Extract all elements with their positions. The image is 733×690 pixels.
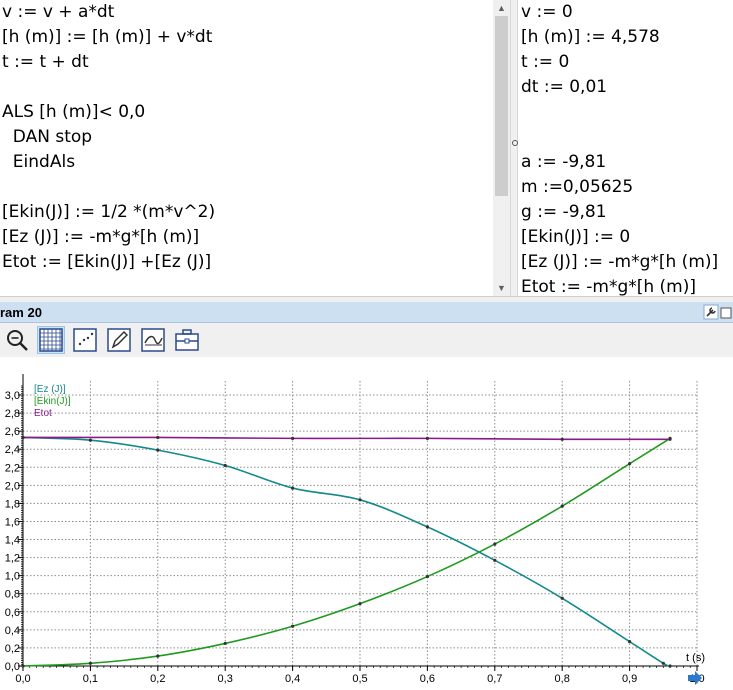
legend-entry: Etot (34, 408, 52, 419)
data-point (668, 437, 672, 441)
initial-code-line[interactable]: m :=0,05625 (521, 177, 633, 197)
y-tick-label: 2,2 (5, 462, 20, 474)
x-tick-label: 0,4 (285, 673, 300, 685)
x-tick-label: 0,7 (487, 673, 502, 685)
data-point (560, 504, 564, 508)
initial-code-line[interactable]: [Ekin(J)] := 0 (521, 227, 630, 247)
y-tick-label: 2,6 (5, 426, 20, 438)
diagram-header: ram 20 (0, 302, 733, 323)
model-code-line[interactable]: EindAls (2, 152, 75, 172)
data-point (223, 463, 227, 468)
y-tick-label: 1,4 (5, 535, 20, 547)
scroll-thumb[interactable] (495, 16, 508, 196)
x-tick-label: 0,5 (352, 673, 367, 685)
data-point (88, 438, 92, 442)
initial-code-line[interactable]: [h (m)] := 4,578 (521, 27, 660, 47)
pane-splitter[interactable] (510, 0, 518, 296)
pen-edit-icon[interactable] (105, 326, 133, 354)
data-point (425, 525, 429, 529)
etot-series-line (22, 436, 671, 441)
x-tick-label: 0,2 (150, 673, 165, 685)
model-code-line[interactable]: [h (m)] := [h (m)] + v*dt (2, 27, 212, 47)
data-point (21, 435, 25, 440)
energy-chart[interactable]: 0,0 0,1 0,2 0,3 0,4 0,5 0,6 0,7 0,8 0,9 1,0 0,0 0,2 0… (0, 357, 733, 690)
x-tick-label: 0,0 (15, 673, 30, 685)
curve-fit-icon[interactable] (139, 326, 167, 354)
model-code-line[interactable]: DAN stop (2, 127, 92, 147)
scroll-up-arrow-icon[interactable]: ▲ (493, 0, 510, 16)
y-tick-label: 1,8 (5, 498, 20, 510)
ez-series-line (22, 436, 671, 667)
data-point (88, 661, 92, 665)
model-code-line[interactable]: t := t + dt (2, 52, 89, 72)
x-tick-label: 0,3 (218, 673, 233, 685)
legend-entry: [Ez (J)] (34, 384, 66, 395)
x-axis-label: t (s) (686, 652, 705, 664)
x-tick-label: 0,1 (83, 673, 98, 685)
initial-code-line[interactable]: dt := 0,01 (521, 77, 607, 97)
x-tick-label: 0,8 (555, 673, 570, 685)
initial-code-line[interactable]: a := -9,81 (521, 152, 606, 172)
model-code-line[interactable]: ALS [h (m)]< 0,0 (2, 102, 145, 122)
data-point (291, 486, 295, 490)
data-point (661, 661, 665, 665)
y-tick-label: 0,4 (5, 625, 20, 637)
initial-code-line[interactable]: t := 0 (521, 52, 569, 72)
data-point (668, 664, 672, 668)
toolbox-icon[interactable] (173, 326, 201, 354)
y-tick-label: 0,6 (5, 607, 20, 619)
y-tick-label: 0,0 (5, 661, 20, 673)
y-tick-label: 2,4 (5, 444, 20, 456)
legend-entry: [Ekin(J)] (34, 396, 71, 407)
model-code-line[interactable]: [Ez (J)] := -m*g*[h (m)] (2, 227, 199, 247)
y-tick-label: 2,0 (5, 480, 20, 492)
data-point (291, 436, 295, 440)
data-point (358, 498, 362, 502)
y-tick-label: 1,6 (5, 516, 20, 528)
initial-code-line[interactable]: Etot := -m*g*[h (m)] (521, 277, 696, 296)
data-point (560, 437, 564, 441)
data-point (493, 558, 497, 562)
y-tick-label: 0,8 (5, 589, 20, 601)
x-tick-label: 0,6 (420, 673, 435, 685)
y-tick-label: 1,0 (5, 571, 20, 583)
model-code-line[interactable]: v := v + a*dt (2, 2, 114, 22)
wrench-icon[interactable] (703, 304, 719, 320)
restore-window-icon[interactable] (720, 307, 732, 319)
data-point (628, 462, 632, 466)
ekin-series-line (22, 437, 671, 667)
data-point (425, 574, 429, 579)
model-code-line[interactable]: Etot := [Ekin(J)] +[Ez (J)] (2, 252, 211, 272)
data-point (156, 448, 160, 452)
data-point (628, 640, 632, 644)
initial-code-line[interactable]: g := -9,81 (521, 202, 607, 222)
y-tick-label: 1,2 (5, 553, 20, 565)
scatter-points-icon[interactable] (71, 326, 99, 354)
data-point (560, 596, 564, 600)
grid-icon[interactable] (37, 326, 65, 354)
header-tools (703, 304, 733, 320)
y-tick-label: 0,2 (5, 643, 20, 655)
x-tick-label: 0,9 (622, 673, 637, 685)
data-point (425, 436, 429, 440)
data-point (223, 641, 227, 646)
zoom-icon[interactable] (3, 326, 31, 354)
data-point (21, 664, 25, 668)
diagram-title: ram 20 (0, 305, 42, 320)
data-point (358, 602, 362, 606)
scroll-down-arrow-icon[interactable]: ▼ (493, 280, 510, 296)
data-point (156, 654, 160, 658)
diagram-toolbar (0, 323, 733, 357)
data-point (493, 542, 497, 546)
data-point (291, 624, 295, 628)
model-scrollbar[interactable]: ▲ ▼ (493, 0, 510, 296)
model-code-line[interactable]: [Ekin(J)] := 1/2 *(m*v^2) (2, 202, 215, 222)
y-tick-label: 2,8 (5, 408, 20, 420)
initial-values-editor[interactable]: v := 0 [h (m)] := 4,578 t := 0 dt := 0,01 a … (518, 0, 733, 296)
data-point (156, 435, 160, 440)
initial-code-line[interactable]: v := 0 (521, 2, 573, 22)
model-editor[interactable]: v := v + a*dt [h (m)] := [h (m)] + v*dt t … (0, 0, 495, 296)
initial-code-line[interactable]: [Ez (J)] := -m*g*[h (m)] (521, 252, 718, 272)
y-tick-label: 3,0 (5, 390, 20, 402)
